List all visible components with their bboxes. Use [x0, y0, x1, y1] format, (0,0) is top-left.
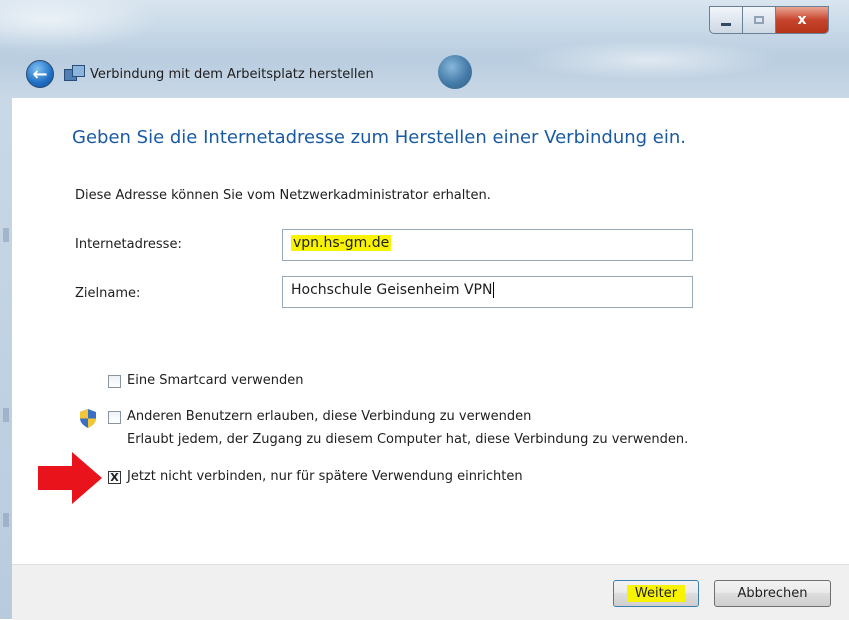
back-arrow-icon: ←	[32, 63, 48, 85]
target-name-label: Zielname:	[75, 286, 141, 301]
window-title: Verbindung mit dem Arbeitsplatz herstell…	[90, 66, 374, 82]
next-button-label: Weiter	[626, 585, 686, 602]
internet-address-input[interactable]: vpn.hs-gm.de	[282, 229, 693, 261]
internet-address-value: vpn.hs-gm.de	[291, 235, 392, 251]
maximize-button[interactable]	[742, 6, 775, 34]
page-description: Diese Adresse können Sie vom Netzwerkadm…	[75, 188, 491, 203]
red-arrow-icon	[38, 452, 102, 504]
dont-connect-checkbox[interactable]: X	[108, 471, 121, 484]
target-name-input[interactable]: Hochschule Geisenheim VPN	[282, 276, 693, 308]
internet-address-label: Internetadresse:	[75, 237, 182, 252]
close-button[interactable]: x	[775, 6, 829, 34]
window-left-border	[0, 98, 12, 619]
network-connection-icon	[64, 65, 85, 83]
back-button[interactable]: ←	[26, 60, 54, 88]
window-controls: x	[709, 6, 829, 34]
page-title: Geben Sie die Internetadresse zum Herste…	[72, 127, 686, 148]
target-name-value: Hochschule Geisenheim VPN	[291, 282, 493, 298]
check-mark-icon: X	[110, 471, 119, 484]
close-icon: x	[797, 12, 807, 28]
next-button[interactable]: Weiter	[613, 580, 699, 607]
minimize-icon	[721, 22, 731, 26]
background-blur	[0, 0, 160, 50]
maximize-icon	[754, 16, 764, 24]
allow-others-label[interactable]: Anderen Benutzern erlauben, diese Verbin…	[127, 409, 531, 424]
smartcard-label[interactable]: Eine Smartcard verwenden	[127, 373, 304, 388]
smartcard-checkbox[interactable]	[108, 375, 121, 388]
cancel-button[interactable]: Abbrechen	[714, 580, 831, 607]
wizard-content	[12, 98, 849, 564]
globe-icon	[438, 55, 472, 89]
background-blur	[520, 40, 780, 80]
allow-others-note: Erlaubt jedem, der Zugang zu diesem Comp…	[127, 432, 689, 447]
uac-shield-icon	[80, 409, 96, 428]
dont-connect-label[interactable]: Jetzt nicht verbinden, nur für spätere V…	[127, 469, 523, 484]
minimize-button[interactable]	[709, 6, 742, 34]
navigation-bar: ← Verbindung mit dem Arbeitsplatz herste…	[26, 60, 374, 88]
cancel-button-label: Abbrechen	[737, 586, 808, 601]
allow-others-checkbox[interactable]	[108, 411, 121, 424]
